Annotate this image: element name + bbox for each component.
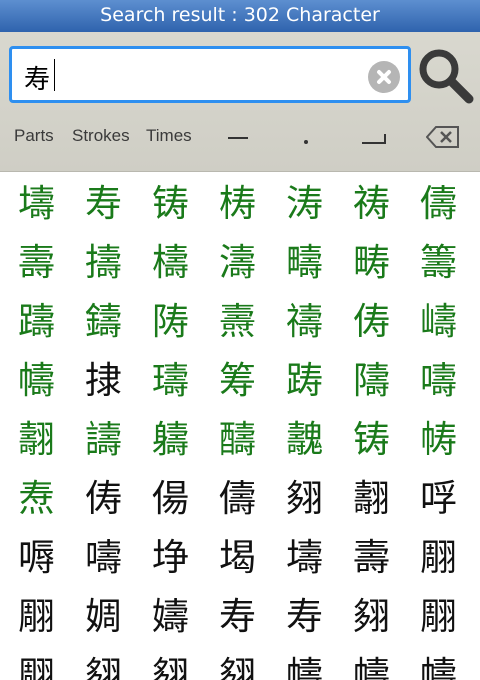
search-input[interactable]: 寿 [9,46,411,103]
result-character-cell[interactable]: 踌 [271,351,338,410]
result-character-cell[interactable]: 俦 [338,292,405,351]
result-character-cell[interactable]: 檮 [137,233,204,292]
text-caret [54,59,55,91]
result-character-cell[interactable]: 嚋 [405,351,472,410]
times-button[interactable]: Times [146,126,192,146]
parts-button[interactable]: Parts [14,126,54,146]
result-character-cell[interactable]: 畴 [338,233,405,292]
result-character-cell[interactable]: 嶹 [405,292,472,351]
result-character-cell[interactable]: 帱 [405,410,472,469]
result-character-cell[interactable]: 哹 [405,469,472,528]
result-character-cell[interactable]: 偒 [137,469,204,528]
result-character-cell[interactable]: 筹 [204,351,271,410]
result-character-cell[interactable]: 壔 [3,174,70,233]
result-character-cell[interactable]: 壔 [271,528,338,587]
result-character-cell[interactable]: 寿 [70,174,137,233]
result-character-cell[interactable]: 幬 [3,351,70,410]
result-character-cell[interactable]: 疇 [271,233,338,292]
result-character-cell[interactable]: 翢 [3,587,70,646]
result-character-cell[interactable]: 翗 [137,646,204,680]
backspace-icon[interactable] [426,125,460,149]
result-character-cell[interactable]: 埩 [137,528,204,587]
result-character-cell[interactable]: 壽 [3,233,70,292]
result-character-cell[interactable]: 翢 [3,646,70,680]
result-character-cell[interactable]: 嗕 [3,528,70,587]
result-character-cell[interactable]: 隯 [338,351,405,410]
result-character-cell[interactable]: 醻 [204,410,271,469]
result-character-cell[interactable]: 婤 [70,587,137,646]
result-character-cell[interactable]: 俦 [70,469,137,528]
result-grid: 壔寿铸梼涛祷儔壽擣檮濤疇畴籌躊鑄陦燾禱俦嶹幬捸璹筹踌隯嚋翿譸軇醻魗铸帱焘俦偒儔翗… [0,174,480,680]
result-character-cell[interactable]: 翗 [204,646,271,680]
hook-stroke-icon[interactable] [362,134,386,144]
result-character-cell[interactable]: 寿 [271,587,338,646]
result-character-cell[interactable]: 籌 [405,233,472,292]
result-character-cell[interactable]: 铸 [137,174,204,233]
app-title-bar: Search result : 302 Character [0,0,480,32]
result-character-cell[interactable]: 擣 [70,233,137,292]
result-character-cell[interactable]: 翗 [338,587,405,646]
result-character-cell[interactable]: 禱 [271,292,338,351]
result-character-cell[interactable]: 幬 [338,646,405,680]
result-character-cell[interactable]: 陦 [137,292,204,351]
result-character-cell[interactable]: 儔 [405,174,472,233]
result-character-cell[interactable]: 捸 [70,351,137,410]
result-character-cell[interactable]: 焘 [3,469,70,528]
result-character-cell[interactable]: 翢 [405,528,472,587]
dot-stroke-icon[interactable] [304,140,308,144]
result-character-cell[interactable]: 翗 [271,469,338,528]
strokes-button[interactable]: Strokes [72,126,130,146]
result-character-cell[interactable]: 翢 [405,587,472,646]
result-character-cell[interactable]: 軇 [137,410,204,469]
result-character-cell[interactable]: 祷 [338,174,405,233]
result-character-cell[interactable]: 铸 [338,410,405,469]
result-character-cell[interactable]: 魗 [271,410,338,469]
result-character-cell[interactable]: 璹 [137,351,204,410]
search-result-title: Search result : 302 Character [100,4,380,26]
stroke-toolbar: Parts Strokes Times [0,118,480,158]
result-character-cell[interactable]: 儔 [204,469,271,528]
result-character-cell[interactable]: 翿 [3,410,70,469]
result-character-cell[interactable]: 譸 [70,410,137,469]
result-character-cell[interactable]: 涛 [271,174,338,233]
search-input-value: 寿 [24,65,51,95]
result-character-cell[interactable]: 鑄 [70,292,137,351]
result-character-cell[interactable]: 翗 [70,646,137,680]
result-character-cell[interactable]: 嚋 [70,528,137,587]
result-character-cell[interactable]: 寿 [204,587,271,646]
result-character-cell[interactable]: 嬦 [137,587,204,646]
horizontal-stroke-icon[interactable] [228,137,248,139]
search-icon[interactable] [416,46,476,106]
search-panel: 寿 Parts Strokes Times [0,32,480,172]
result-character-cell[interactable]: 梼 [204,174,271,233]
result-character-cell[interactable]: 堨 [204,528,271,587]
result-character-cell[interactable]: 躊 [3,292,70,351]
result-character-cell[interactable]: 濤 [204,233,271,292]
result-character-cell[interactable]: 翿 [338,469,405,528]
result-character-cell[interactable]: 幬 [271,646,338,680]
result-character-cell[interactable]: 壽 [338,528,405,587]
result-character-cell[interactable]: 燾 [204,292,271,351]
result-character-cell[interactable]: 幬 [405,646,472,680]
clear-icon[interactable] [368,61,400,93]
